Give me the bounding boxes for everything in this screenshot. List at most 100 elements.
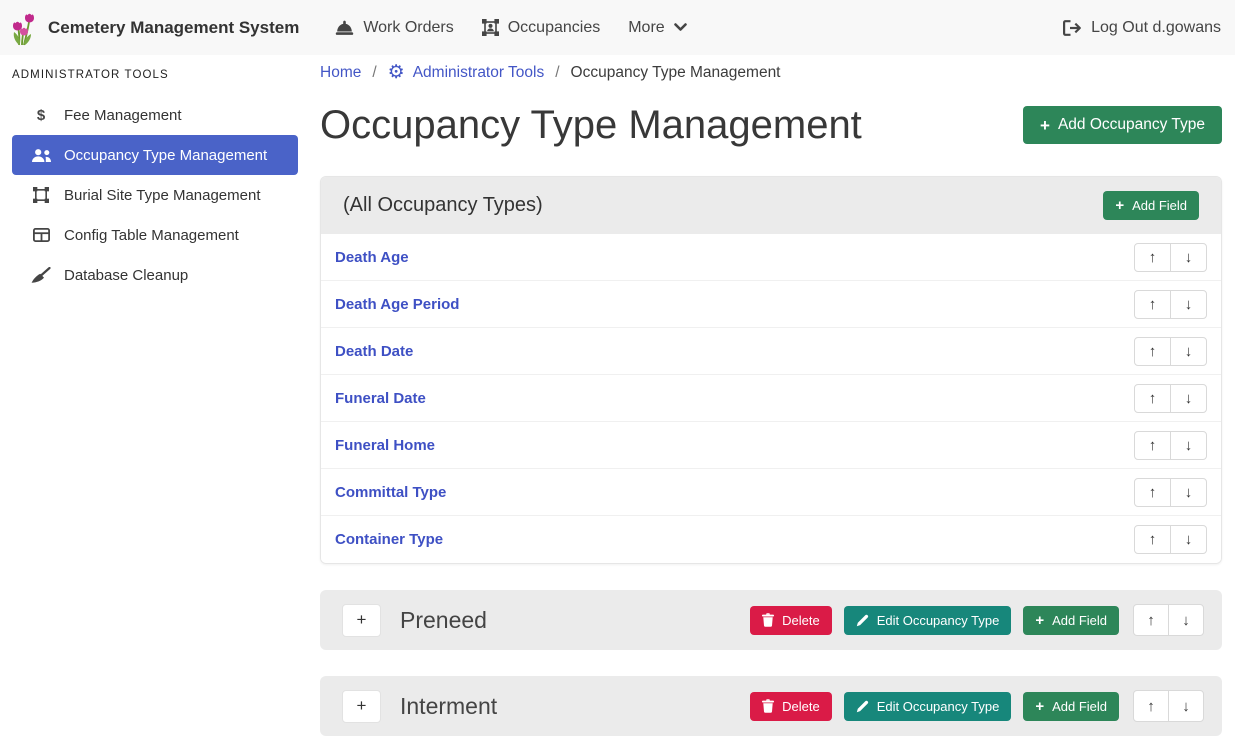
section-title: Interment xyxy=(400,693,497,720)
arrow-up-icon: ↑ xyxy=(1149,484,1157,501)
pencil-icon xyxy=(856,614,869,627)
nav-occupancies[interactable]: Occupancies xyxy=(468,11,615,45)
arrow-down-icon: ↓ xyxy=(1182,698,1190,715)
pencil-icon xyxy=(856,700,869,713)
arrow-up-icon: ↑ xyxy=(1149,296,1157,313)
hard-hat-icon xyxy=(335,20,354,36)
add-field-button[interactable]: + Add Field xyxy=(1023,606,1119,635)
all-occupancy-types-card: (All Occupancy Types) + Add Field Death … xyxy=(320,176,1222,564)
delete-button[interactable]: Delete xyxy=(750,606,832,635)
add-field-button[interactable]: + Add Field xyxy=(1023,692,1119,721)
nav-more[interactable]: More xyxy=(614,11,700,45)
delete-button[interactable]: Delete xyxy=(750,692,832,721)
trash-icon xyxy=(762,613,774,627)
plus-icon: + xyxy=(1115,198,1124,213)
nav-work-orders[interactable]: Work Orders xyxy=(321,11,467,45)
field-link-funeral-date[interactable]: Funeral Date xyxy=(335,390,426,407)
breadcrumb-separator: / xyxy=(372,64,376,82)
move-down-button[interactable]: ↓ xyxy=(1170,478,1207,507)
delete-label: Delete xyxy=(782,613,820,628)
chevron-down-icon xyxy=(674,23,687,32)
gear-icon: ⚙ xyxy=(388,63,405,82)
move-down-button[interactable]: ↓ xyxy=(1170,243,1207,272)
field-row: Death Date ↑ ↓ xyxy=(321,328,1221,375)
top-navbar: Cemetery Management System Work Orders xyxy=(0,0,1235,55)
edit-occupancy-type-button[interactable]: Edit Occupancy Type xyxy=(844,692,1012,721)
dollar-icon: $ xyxy=(30,107,52,124)
reorder-controls: ↑ ↓ xyxy=(1134,243,1207,272)
users-icon xyxy=(30,148,52,163)
move-up-button[interactable]: ↑ xyxy=(1134,478,1171,507)
plus-icon: + xyxy=(1035,613,1044,628)
move-down-button[interactable]: ↓ xyxy=(1170,290,1207,319)
add-occupancy-type-button[interactable]: + Add Occupancy Type xyxy=(1023,106,1222,144)
reorder-controls: ↑ ↓ xyxy=(1134,290,1207,319)
move-up-button[interactable]: ↑ xyxy=(1133,604,1169,636)
move-down-button[interactable]: ↓ xyxy=(1168,604,1204,636)
app-title: Cemetery Management System xyxy=(48,18,299,38)
delete-label: Delete xyxy=(782,699,820,714)
move-up-button[interactable]: ↑ xyxy=(1134,525,1171,554)
breadcrumb-admin-tools-link[interactable]: ⚙ Administrator Tools xyxy=(388,63,545,82)
add-field-label: Add Field xyxy=(1052,613,1107,628)
logout-label: Log Out d.gowans xyxy=(1091,19,1221,37)
reorder-controls: ↑ ↓ xyxy=(1134,525,1207,554)
arrow-up-icon: ↑ xyxy=(1149,437,1157,454)
sidebar-item-database-cleanup[interactable]: Database Cleanup xyxy=(12,255,298,295)
move-up-button[interactable]: ↑ xyxy=(1134,337,1171,366)
vector-square-icon xyxy=(30,187,52,203)
move-down-button[interactable]: ↓ xyxy=(1170,337,1207,366)
field-link-container-type[interactable]: Container Type xyxy=(335,531,443,548)
move-down-button[interactable]: ↓ xyxy=(1170,525,1207,554)
occupancy-type-section-interment: + Interment Delete Edit O xyxy=(320,676,1222,736)
expand-button[interactable]: + xyxy=(342,690,381,723)
sidebar-heading: ADMINISTRATOR TOOLS xyxy=(12,63,298,95)
field-link-death-age-period[interactable]: Death Age Period xyxy=(335,296,459,313)
sidebar-item-burial-site-type-management[interactable]: Burial Site Type Management xyxy=(12,175,298,215)
move-down-button[interactable]: ↓ xyxy=(1168,690,1204,722)
breadcrumb-home-link[interactable]: Home xyxy=(320,64,361,82)
field-link-committal-type[interactable]: Committal Type xyxy=(335,484,446,501)
broom-icon xyxy=(30,267,52,284)
move-down-button[interactable]: ↓ xyxy=(1170,384,1207,413)
arrow-down-icon: ↓ xyxy=(1185,249,1193,266)
occupancy-type-section-preneed: + Preneed Delete Edit Occ xyxy=(320,590,1222,650)
arrow-down-icon: ↓ xyxy=(1182,612,1190,629)
arrow-down-icon: ↓ xyxy=(1185,296,1193,313)
move-up-button[interactable]: ↑ xyxy=(1134,290,1171,319)
all-occupancy-types-header: (All Occupancy Types) + Add Field xyxy=(321,177,1221,234)
app-brand[interactable]: Cemetery Management System xyxy=(12,10,299,46)
arrow-up-icon: ↑ xyxy=(1149,343,1157,360)
field-link-funeral-home[interactable]: Funeral Home xyxy=(335,437,435,454)
sidebar-item-label: Burial Site Type Management xyxy=(64,187,261,204)
reorder-controls: ↑ ↓ xyxy=(1134,431,1207,460)
field-link-death-age[interactable]: Death Age xyxy=(335,249,409,266)
move-up-button[interactable]: ↑ xyxy=(1134,243,1171,272)
edit-occupancy-type-label: Edit Occupancy Type xyxy=(877,613,1000,628)
add-field-label: Add Field xyxy=(1132,198,1187,213)
reorder-controls: ↑ ↓ xyxy=(1134,384,1207,413)
navbar-links: Work Orders Occupancies More xyxy=(321,11,700,45)
edit-occupancy-type-button[interactable]: Edit Occupancy Type xyxy=(844,606,1012,635)
field-link-death-date[interactable]: Death Date xyxy=(335,343,413,360)
field-row: Funeral Home ↑ ↓ xyxy=(321,422,1221,469)
reorder-controls: ↑ ↓ xyxy=(1134,337,1207,366)
plus-icon: + xyxy=(1035,699,1044,714)
logout-button[interactable]: Log Out d.gowans xyxy=(1063,19,1221,37)
move-down-button[interactable]: ↓ xyxy=(1170,431,1207,460)
nav-work-orders-label: Work Orders xyxy=(363,19,453,37)
move-up-button[interactable]: ↑ xyxy=(1133,690,1169,722)
add-field-label: Add Field xyxy=(1052,699,1107,714)
breadcrumb: Home / ⚙ Administrator Tools / Occupancy… xyxy=(320,63,1222,82)
main-content: Home / ⚙ Administrator Tools / Occupancy… xyxy=(310,55,1235,738)
sidebar-item-fee-management[interactable]: $ Fee Management xyxy=(12,95,298,135)
plus-icon: + xyxy=(357,610,367,630)
move-up-button[interactable]: ↑ xyxy=(1134,384,1171,413)
sidebar-item-config-table-management[interactable]: Config Table Management xyxy=(12,215,298,255)
field-row: Funeral Date ↑ ↓ xyxy=(321,375,1221,422)
add-field-button[interactable]: + Add Field xyxy=(1103,191,1199,220)
move-up-button[interactable]: ↑ xyxy=(1134,431,1171,460)
edit-occupancy-type-label: Edit Occupancy Type xyxy=(877,699,1000,714)
sidebar-item-occupancy-type-management[interactable]: Occupancy Type Management xyxy=(12,135,298,175)
expand-button[interactable]: + xyxy=(342,604,381,637)
